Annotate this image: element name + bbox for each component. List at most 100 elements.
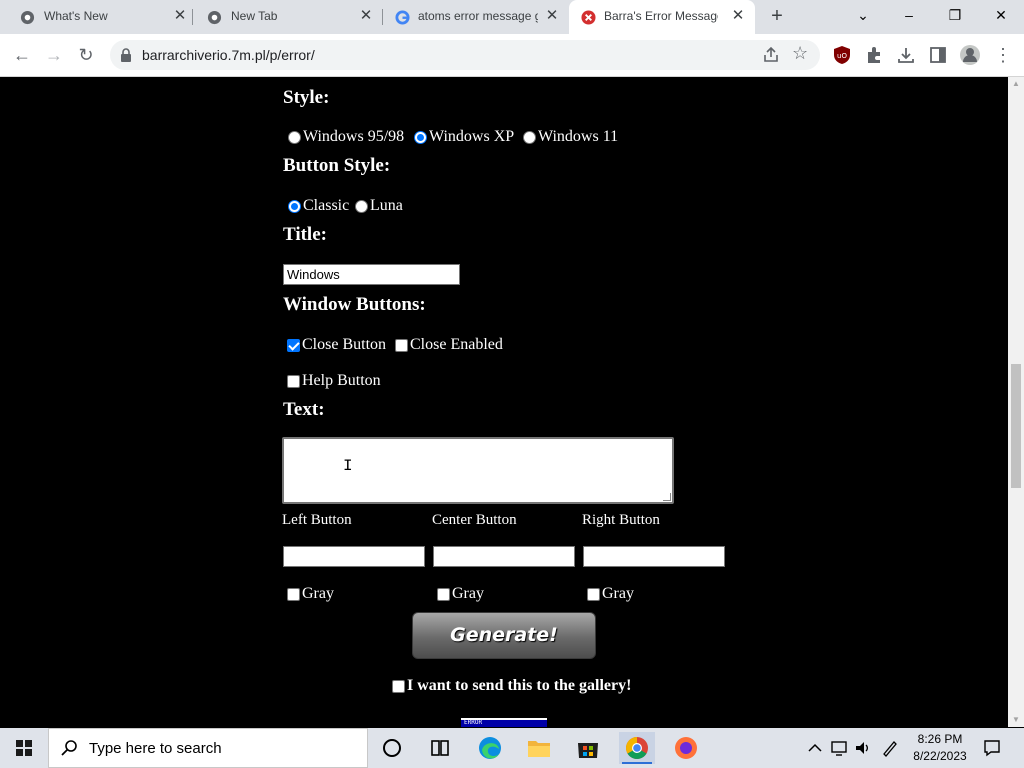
taskbar-search-box[interactable]: Type here to search bbox=[48, 728, 368, 768]
window-close-button[interactable]: ✕ bbox=[978, 0, 1024, 32]
menu-kebab-icon[interactable]: ⋮ bbox=[990, 43, 1016, 69]
restore-button[interactable]: ❐ bbox=[932, 0, 978, 32]
volume-icon[interactable] bbox=[853, 738, 873, 758]
task-view-icon[interactable] bbox=[422, 732, 458, 764]
left-button-input[interactable] bbox=[283, 546, 425, 567]
google-icon bbox=[395, 10, 410, 25]
style-option-win95[interactable]: Windows 95/98 bbox=[288, 128, 404, 146]
profile-avatar-icon[interactable] bbox=[959, 44, 981, 66]
back-button[interactable]: ← bbox=[9, 43, 35, 69]
url-text[interactable]: barrarchiverio.7m.pl/p/error/ bbox=[142, 47, 315, 63]
gallery-checkbox[interactable] bbox=[392, 679, 405, 693]
vertical-scrollbar[interactable]: ▲ ▼ bbox=[1008, 77, 1024, 727]
scrollbar-thumb[interactable] bbox=[1011, 364, 1021, 488]
tab-new-tab[interactable]: New Tab ✕ bbox=[193, 0, 383, 34]
share-icon[interactable] bbox=[762, 46, 780, 64]
left-gray-option[interactable]: Gray bbox=[287, 585, 334, 603]
firefox-icon[interactable] bbox=[668, 732, 704, 764]
button-style-classic[interactable]: Classic bbox=[288, 197, 349, 215]
extensions-icon[interactable] bbox=[865, 46, 883, 64]
option-label: Close Button bbox=[302, 336, 387, 353]
generate-button[interactable]: Generate! bbox=[412, 612, 596, 659]
chevron-up-icon[interactable] bbox=[805, 738, 825, 758]
new-tab-button[interactable]: + bbox=[766, 6, 788, 28]
radio-win95[interactable] bbox=[288, 130, 301, 144]
resize-handle[interactable] bbox=[663, 493, 671, 501]
scroll-down-icon[interactable]: ▼ bbox=[1011, 715, 1021, 725]
style-label: Style: bbox=[283, 87, 330, 108]
center-button-input[interactable] bbox=[433, 546, 575, 567]
option-label: Windows XP bbox=[429, 128, 515, 145]
tab-strip: What's New ✕ New Tab ✕ atoms error messa… bbox=[0, 0, 1024, 34]
file-explorer-icon[interactable] bbox=[521, 732, 557, 764]
radio-classic[interactable] bbox=[288, 199, 301, 213]
clock-time: 8:26 PM bbox=[917, 732, 963, 746]
bookmark-star-icon[interactable]: ☆ bbox=[792, 43, 808, 64]
ublock-origin-icon[interactable]: uO bbox=[833, 45, 851, 65]
address-bar[interactable]: barrarchiverio.7m.pl/p/error/ ☆ bbox=[110, 40, 820, 70]
close-icon[interactable]: ✕ bbox=[357, 7, 375, 25]
windows-taskbar: Type here to search 8:26 PM 8/22/2023 bbox=[0, 728, 1024, 768]
close-enabled-option[interactable]: Close Enabled bbox=[395, 336, 503, 354]
right-gray-checkbox[interactable] bbox=[587, 587, 600, 601]
tab-search-button[interactable]: ⌄ bbox=[840, 0, 886, 32]
right-button-label: Right Button bbox=[582, 512, 660, 528]
tab-atoms-search[interactable]: atoms error message g ✕ bbox=[383, 0, 569, 34]
preview-text: ERROR bbox=[464, 719, 483, 726]
close-icon[interactable]: ✕ bbox=[729, 7, 747, 25]
close-icon[interactable]: ✕ bbox=[171, 7, 189, 25]
windows-start-icon[interactable] bbox=[0, 728, 48, 768]
download-icon[interactable] bbox=[897, 46, 915, 64]
close-icon[interactable]: ✕ bbox=[543, 7, 561, 25]
message-textarea[interactable] bbox=[282, 437, 674, 504]
option-label: Windows 11 bbox=[538, 128, 619, 145]
help-button-option[interactable]: Help Button bbox=[287, 372, 381, 390]
tab-title: Barra's Error Message G bbox=[604, 9, 718, 23]
close-button-option[interactable]: Close Button bbox=[287, 336, 386, 354]
center-gray-option[interactable]: Gray bbox=[437, 585, 484, 603]
error-preview-thumbnail[interactable]: ERROR bbox=[461, 718, 547, 727]
lock-icon[interactable] bbox=[120, 48, 132, 62]
search-icon bbox=[61, 740, 77, 756]
pen-icon[interactable] bbox=[880, 738, 900, 758]
title-label: Title: bbox=[283, 224, 327, 245]
side-panel-icon[interactable] bbox=[929, 46, 947, 64]
center-gray-checkbox[interactable] bbox=[437, 587, 450, 601]
minimize-button[interactable]: – bbox=[886, 0, 932, 32]
option-label: Windows 95/98 bbox=[303, 128, 405, 145]
system-clock[interactable]: 8:26 PM 8/22/2023 bbox=[905, 731, 975, 765]
edge-icon[interactable] bbox=[472, 732, 508, 764]
right-gray-option[interactable]: Gray bbox=[587, 585, 634, 603]
style-option-winxp[interactable]: Windows XP bbox=[414, 128, 514, 146]
left-gray-checkbox[interactable] bbox=[287, 587, 300, 601]
chrome-taskbar-icon[interactable] bbox=[619, 732, 655, 764]
close-button-checkbox[interactable] bbox=[287, 338, 300, 352]
network-icon[interactable] bbox=[829, 738, 849, 758]
radio-win11[interactable] bbox=[523, 130, 536, 144]
right-button-input[interactable] bbox=[583, 546, 725, 567]
notifications-icon[interactable] bbox=[982, 738, 1002, 758]
chrome-icon bbox=[20, 10, 35, 25]
browser-toolbar: ← → ↻ barrarchiverio.7m.pl/p/error/ ☆ uO… bbox=[0, 34, 1024, 77]
gallery-option[interactable]: I want to send this to the gallery! bbox=[392, 677, 631, 695]
reload-button[interactable]: ↻ bbox=[73, 43, 99, 69]
tab-barras-error-message[interactable]: Barra's Error Message G ✕ bbox=[569, 0, 755, 34]
window-buttons-label: Window Buttons: bbox=[283, 294, 426, 315]
cortana-icon[interactable] bbox=[374, 732, 410, 764]
option-label: Classic bbox=[303, 197, 350, 214]
option-label: Gray bbox=[602, 585, 634, 602]
scroll-up-icon[interactable]: ▲ bbox=[1011, 79, 1021, 89]
page-content: Style: Windows 95/98 Windows XP Windows … bbox=[0, 77, 1008, 727]
button-style-luna[interactable]: Luna bbox=[355, 197, 403, 215]
radio-winxp[interactable] bbox=[414, 130, 427, 144]
forward-button[interactable]: → bbox=[41, 43, 67, 69]
microsoft-store-icon[interactable] bbox=[570, 732, 606, 764]
style-option-win11[interactable]: Windows 11 bbox=[523, 128, 618, 146]
close-enabled-checkbox[interactable] bbox=[395, 338, 408, 352]
tab-whats-new[interactable]: What's New ✕ bbox=[0, 0, 193, 34]
radio-luna[interactable] bbox=[355, 199, 368, 213]
option-label: Gray bbox=[302, 585, 334, 602]
title-input[interactable]: Windows bbox=[283, 264, 460, 285]
help-button-checkbox[interactable] bbox=[287, 374, 300, 388]
error-icon bbox=[581, 10, 596, 25]
